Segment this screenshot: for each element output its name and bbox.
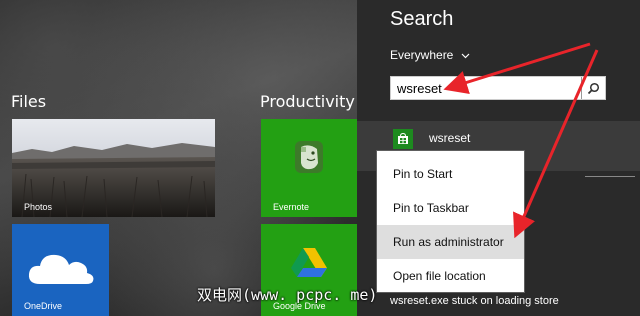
tile-evernote-label: Evernote [273,202,310,212]
google-drive-icon [291,248,327,277]
search-icon [587,82,600,94]
tile-photos-label: Photos [24,202,53,212]
search-charm-title: Search [390,8,454,30]
divider [585,176,635,177]
menu-item-run-as-administrator[interactable]: Run as administrator [377,225,524,259]
search-button[interactable] [581,77,605,99]
search-scope-label: Everywhere [390,48,454,62]
cloud-icon [28,254,94,284]
start-screen: Files Productivity Photos Evernote OneDr… [0,0,357,316]
tile-photos[interactable]: Photos [12,119,215,217]
evernote-elephant-icon [295,141,323,173]
search-box [390,76,606,100]
search-suggestion[interactable]: wsreset.exe stuck on loading store [390,295,559,307]
tile-evernote[interactable]: Evernote [261,119,357,217]
menu-item-pin-to-taskbar[interactable]: Pin to Taskbar [377,191,524,225]
search-input[interactable] [391,77,581,99]
chevron-down-icon [461,53,470,58]
search-result-label: wsreset [429,131,471,145]
group-label-productivity: Productivity [260,92,355,111]
store-icon [393,129,413,149]
tile-onedrive-label: OneDrive [24,301,63,311]
menu-item-open-file-location[interactable]: Open file location [377,259,524,293]
menu-item-pin-to-start[interactable]: Pin to Start [377,157,524,191]
watermark: 双电网(www. pcpc. me) [197,286,378,304]
context-menu: Pin to Start Pin to Taskbar Run as admin… [376,150,525,293]
group-label-files: Files [11,92,47,111]
tile-onedrive[interactable]: OneDrive [12,224,109,316]
search-scope-dropdown[interactable]: Everywhere [390,48,470,62]
